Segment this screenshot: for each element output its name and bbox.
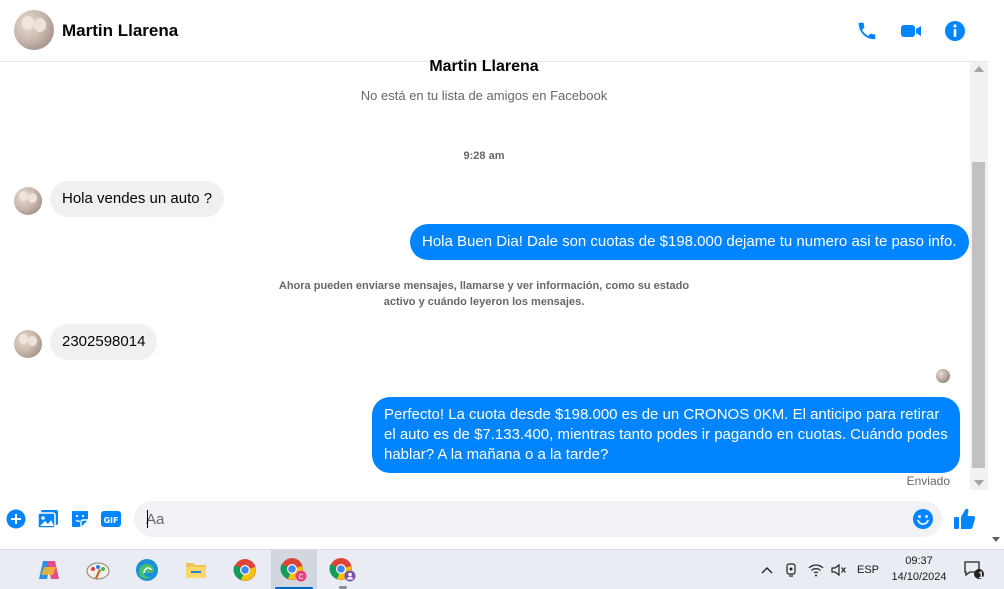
- profile-name: Martin Llarena: [429, 58, 539, 75]
- taskbar-clock[interactable]: 09:37 14/10/2024: [886, 553, 952, 585]
- contact-avatar-small[interactable]: [14, 187, 42, 215]
- delivery-status: Enviado: [906, 474, 950, 488]
- message-bubble-incoming[interactable]: Hola vendes un auto ?: [50, 181, 225, 217]
- contact-avatar-small[interactable]: [14, 330, 42, 358]
- contact-avatar[interactable]: [14, 10, 54, 50]
- emoji-icon[interactable]: [912, 508, 934, 530]
- clock-date: 14/10/2024: [891, 571, 947, 583]
- edge-icon[interactable]: [124, 550, 170, 589]
- info-icon[interactable]: [942, 18, 968, 44]
- scroll-down-arrow-icon[interactable]: [974, 480, 984, 486]
- notification-count: 1: [978, 570, 984, 580]
- sticker-icon[interactable]: [69, 508, 91, 530]
- chrome-profile-icon[interactable]: C: [271, 550, 317, 589]
- text-caret: [147, 510, 148, 528]
- volume-muted-icon[interactable]: [829, 550, 849, 589]
- message-composer: GIF: [0, 496, 988, 544]
- message-input-container[interactable]: [134, 501, 942, 537]
- plus-circle-icon[interactable]: [5, 508, 27, 530]
- message-bubble-incoming[interactable]: 2302598014: [50, 324, 158, 360]
- message-bubble-outgoing[interactable]: Perfecto! La cuota desde $198.000 es de …: [372, 397, 960, 473]
- clock-time: 09:37: [905, 555, 933, 567]
- chat-header: Martin Llarena: [0, 0, 988, 62]
- gif-icon[interactable]: GIF: [100, 508, 122, 530]
- video-camera-icon[interactable]: [898, 18, 924, 44]
- chrome-icon[interactable]: [222, 550, 268, 589]
- message-timestamp: 9:28 am: [463, 150, 505, 162]
- wifi-icon[interactable]: [806, 550, 826, 589]
- meet-now-icon[interactable]: [782, 550, 800, 589]
- photo-icon[interactable]: [37, 508, 59, 530]
- message-input[interactable]: [146, 509, 886, 529]
- show-hidden-icons-chevron-icon[interactable]: [758, 550, 776, 589]
- svg-text:GIF: GIF: [103, 516, 118, 525]
- file-explorer-icon[interactable]: [173, 550, 219, 589]
- scroll-up-arrow-icon[interactable]: [974, 66, 984, 72]
- thumbs-up-icon[interactable]: [952, 506, 978, 532]
- chrome-profile-2-icon[interactable]: [320, 550, 366, 589]
- phone-icon[interactable]: [854, 18, 880, 44]
- notification-center-icon[interactable]: 1: [960, 550, 988, 589]
- messenger-window: Martin Llarena Martin Llarena No está en…: [0, 0, 1004, 589]
- profile-subtitle: No está en tu lista de amigos en Faceboo…: [360, 88, 608, 103]
- svg-text:C: C: [299, 573, 304, 581]
- chat-scrollbar[interactable]: [970, 62, 988, 490]
- read-receipt-avatar: [936, 369, 950, 383]
- windows-taskbar: C ESP 09:37 14/10/2024 1: [0, 549, 1004, 589]
- scroll-thumb[interactable]: [972, 162, 985, 468]
- page-scroll-down-arrow-icon[interactable]: [992, 537, 1000, 542]
- language-indicator[interactable]: ESP: [854, 550, 882, 589]
- message-bubble-outgoing[interactable]: Hola Buen Dia! Dale son cuotas de $198.0…: [410, 224, 969, 260]
- contact-name[interactable]: Martin Llarena: [62, 21, 178, 41]
- connection-notice: Ahora pueden enviarse mensajes, llamarse…: [278, 280, 690, 308]
- start-grid-icon[interactable]: [0, 550, 10, 589]
- copilot-icon[interactable]: [26, 550, 72, 589]
- paint-icon[interactable]: [75, 550, 121, 589]
